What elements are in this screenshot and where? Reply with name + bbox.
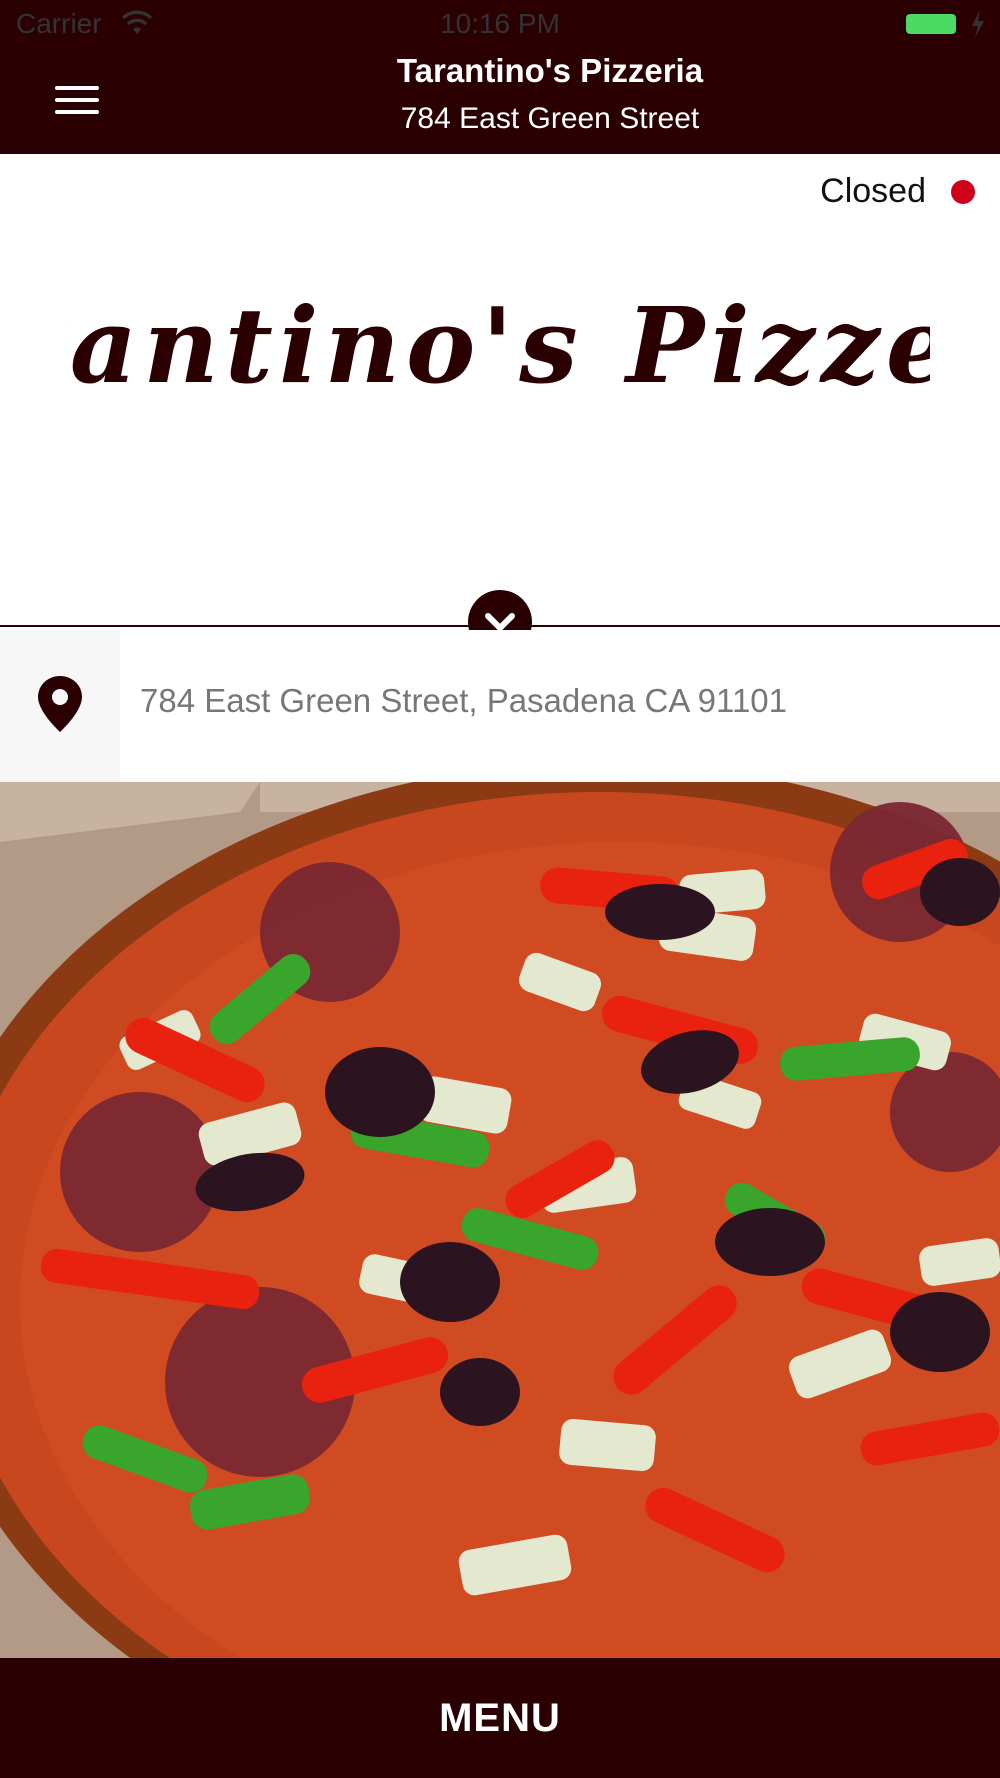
status-bar: Carrier 10:16 PM [0, 0, 1000, 50]
app-header: Carrier 10:16 PM Tarantino's Pizzeria 78… [0, 0, 1000, 154]
pizza-photo [0, 782, 1000, 1658]
hamburger-icon [55, 86, 99, 90]
restaurant-logo: Tarantino's Pizzeria [70, 284, 930, 407]
address-icon-container [0, 630, 120, 782]
battery-icon [906, 14, 956, 34]
header-subtitle: 784 East Green Street [400, 102, 700, 135]
hamburger-icon-line [55, 98, 99, 102]
address-row[interactable]: 784 East Green Street, Pasadena CA 91101 [0, 630, 1000, 782]
menu-button-label: MENU [439, 1696, 561, 1740]
closed-status-dot [951, 180, 975, 204]
pizza-hero-image [0, 782, 1000, 1658]
menu-button[interactable]: MENU [0, 1658, 1000, 1778]
open-status-label: Closed [820, 172, 926, 210]
location-pin-icon [38, 676, 82, 732]
hamburger-menu-button[interactable] [50, 82, 100, 118]
status-time: 10:16 PM [440, 8, 560, 39]
logo-text: Tarantino's Pizzeria [70, 284, 930, 407]
charging-icon [972, 10, 984, 38]
hamburger-icon-line [55, 110, 99, 114]
address-text: 784 East Green Street, Pasadena CA 91101 [140, 682, 787, 719]
header-title: Tarantino's Pizzeria [396, 52, 704, 89]
